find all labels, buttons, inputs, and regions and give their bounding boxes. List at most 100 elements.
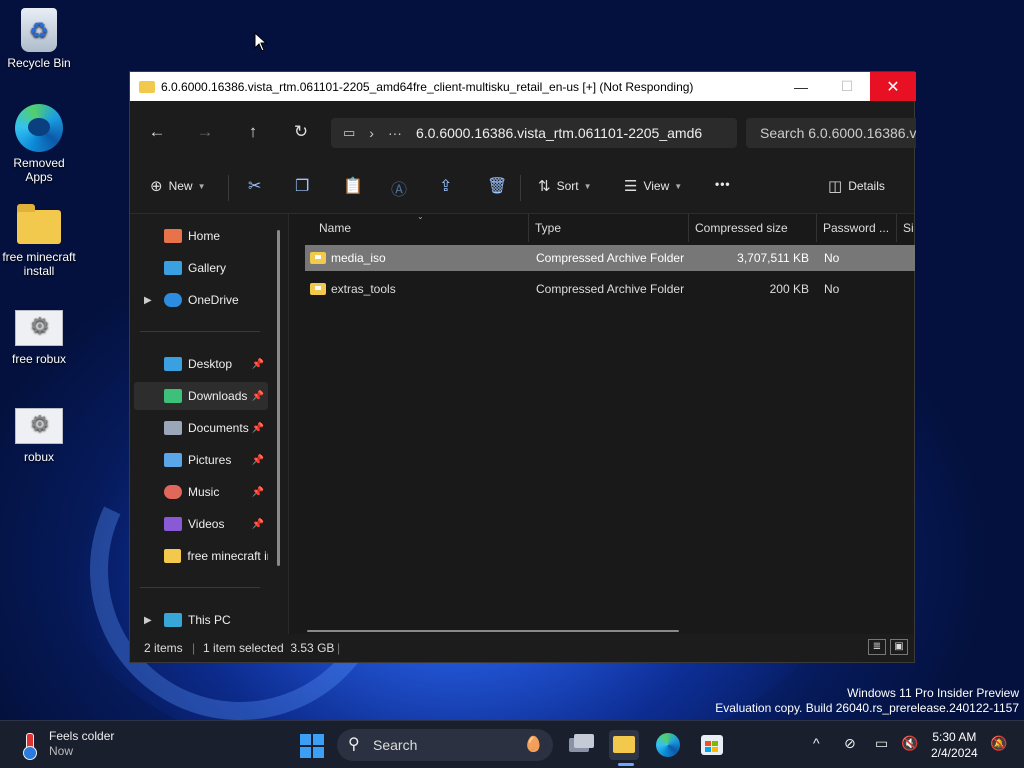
details-pane-button[interactable]: ◫ Details: [828, 177, 885, 195]
setup-file-icon: [15, 408, 63, 444]
column-header-compressed-size[interactable]: Compressed size: [689, 214, 817, 242]
file-size: 3,707,511 KB: [737, 251, 809, 265]
file-name: media_iso: [331, 251, 386, 265]
forward-button[interactable]: →: [193, 122, 217, 142]
view-button[interactable]: ☰ View ▼: [624, 177, 682, 195]
nav-item-free-minecraft[interactable]: free minecraft ir: [134, 542, 268, 570]
refresh-button[interactable]: ↻: [289, 122, 313, 142]
edge-icon: [15, 104, 63, 152]
details-view-button[interactable]: ≣: [868, 639, 886, 655]
address-box[interactable]: ▭ › ··· 6.0.6000.16386.vista_rtm.061101-…: [331, 118, 737, 148]
speaker-muted-icon[interactable]: 🔇: [901, 735, 918, 752]
system-clock[interactable]: 5:30 AM 2/4/2024: [931, 729, 978, 761]
more-options-button[interactable]: •••: [715, 177, 731, 191]
watermark-line-2: Evaluation copy. Build 26040.rs_prerelea…: [715, 701, 1019, 715]
plus-circle-icon: ⊕: [150, 178, 163, 195]
nav-scrollbar[interactable]: [277, 230, 280, 566]
search-icon: ⚲: [348, 736, 360, 753]
status-bar: 2 items | 1 item selected 3.53 GB | ≣ ▣: [130, 634, 914, 662]
title-bar[interactable]: 6.0.6000.16386.vista_rtm.061101-2205_amd…: [130, 72, 916, 101]
desktop-icon-removed-apps[interactable]: Removed Apps: [0, 104, 78, 184]
share-icon[interactable]: ⇪: [439, 176, 452, 196]
display-icon[interactable]: ▭: [875, 735, 888, 752]
computer-icon: [164, 613, 182, 627]
file-password: No: [824, 282, 840, 296]
desktop-icon-free-robux[interactable]: free robux: [0, 304, 78, 366]
delete-icon[interactable]: 🗑: [487, 176, 507, 196]
nav-item-downloads[interactable]: Downloads 📌: [134, 382, 268, 410]
thermometer-icon[interactable]: [22, 733, 37, 760]
edge-taskbar-button[interactable]: [653, 730, 683, 760]
start-button[interactable]: [300, 734, 324, 758]
pin-icon: 📌: [251, 422, 264, 434]
nav-item-documents[interactable]: Documents 📌: [134, 414, 268, 442]
tiles-view-button[interactable]: ▣: [890, 639, 908, 655]
pin-icon: 📌: [251, 390, 264, 402]
command-bar: ⊕ New ▼ ✂ ❐ 📋 Ⓐ ⇪ 🗑 ⇅ Sort ▼ ☰ View ▼ ••…: [130, 163, 914, 214]
store-taskbar-button[interactable]: [697, 730, 727, 760]
chevron-right-icon: ›: [369, 125, 374, 141]
desktop-icon-recycle-bin[interactable]: Recycle Bin: [0, 8, 78, 70]
nav-item-music[interactable]: Music 📌: [134, 478, 268, 506]
nav-item-pictures[interactable]: Pictures 📌: [134, 446, 268, 474]
nav-item-desktop[interactable]: Desktop 📌: [134, 350, 268, 378]
pin-icon: 📌: [251, 486, 264, 498]
file-type: Compressed Archive Folder: [536, 282, 685, 296]
copy-icon[interactable]: ❐: [295, 176, 309, 196]
desktop-icon-robux[interactable]: robux: [0, 402, 78, 464]
pictures-icon: [164, 453, 182, 467]
nav-item-home[interactable]: Home: [134, 222, 268, 250]
taskbar-search-label: Search: [373, 737, 418, 753]
breadcrumb-overflow[interactable]: ···: [388, 125, 402, 141]
table-row[interactable]: media_iso Compressed Archive Folder 3,70…: [305, 245, 915, 271]
desktop-icon-label: free robux: [11, 352, 67, 366]
nav-item-onedrive[interactable]: ▶ OneDrive: [134, 286, 268, 314]
search-highlight-icon: 🥚: [524, 736, 543, 753]
sort-chevron-icon: ⌄: [417, 212, 424, 221]
paste-icon[interactable]: 📋: [343, 176, 363, 196]
weather-widget[interactable]: Feels colder Now: [49, 729, 114, 759]
chevron-up-icon[interactable]: ^: [813, 735, 820, 751]
nav-item-this-pc[interactable]: ▶ This PC: [134, 606, 268, 634]
column-header-size[interactable]: Si: [897, 214, 915, 242]
details-label: Details: [848, 179, 885, 193]
breadcrumb-path[interactable]: 6.0.6000.16386.vista_rtm.061101-2205_amd…: [416, 125, 702, 141]
home-icon: [164, 229, 182, 243]
nav-item-label: Videos: [188, 517, 225, 531]
new-button[interactable]: ⊕ New ▼: [150, 177, 206, 195]
chevron-right-icon[interactable]: ▶: [144, 615, 152, 626]
search-input[interactable]: Search 6.0.6000.16386.vis: [746, 118, 916, 148]
task-view-button[interactable]: [566, 730, 596, 760]
cut-icon[interactable]: ✂: [248, 176, 261, 196]
watermark-line-1: Windows 11 Pro Insider Preview: [847, 686, 1019, 700]
column-header-password[interactable]: Password ...: [817, 214, 897, 242]
sort-button[interactable]: ⇅ Sort ▼: [538, 177, 592, 195]
nav-item-gallery[interactable]: Gallery: [134, 254, 268, 282]
taskbar: Feels colder Now ⚲ Search 🥚 ^ ⊘ ▭ 🔇 5:30…: [0, 720, 1024, 768]
close-button[interactable]: ✕: [870, 72, 916, 101]
nav-item-label: This PC: [188, 613, 231, 627]
nav-item-label: OneDrive: [188, 293, 239, 307]
column-header-type[interactable]: Type: [529, 214, 689, 242]
table-row[interactable]: extras_tools Compressed Archive Folder 2…: [305, 276, 915, 302]
horizontal-scrollbar[interactable]: [307, 630, 679, 632]
back-button[interactable]: ←: [145, 122, 169, 142]
setup-file-icon: [15, 310, 63, 346]
cloud-icon: [164, 293, 182, 307]
taskbar-search[interactable]: ⚲ Search 🥚: [337, 729, 553, 761]
up-button[interactable]: ↑: [241, 122, 265, 142]
minimize-button[interactable]: —: [778, 72, 824, 101]
file-explorer-taskbar-button[interactable]: [609, 730, 639, 766]
nav-item-label: free minecraft ir: [187, 549, 268, 563]
notification-bell-icon[interactable]: 🔕: [990, 735, 1007, 752]
network-disconnected-icon[interactable]: ⊘: [844, 735, 856, 752]
chevron-right-icon[interactable]: ▶: [144, 295, 152, 306]
desktop-icon-free-minecraft-install[interactable]: free minecraft install: [0, 202, 78, 278]
nav-item-label: Gallery: [188, 261, 227, 275]
rename-icon[interactable]: Ⓐ: [391, 176, 407, 200]
window-title: 6.0.6000.16386.vista_rtm.061101-2205_amd…: [161, 79, 694, 94]
maximize-button[interactable]: ☐: [824, 72, 870, 101]
desktop-icon-label: free minecraft install: [2, 250, 76, 278]
item-count: 2 items: [144, 641, 183, 655]
nav-item-videos[interactable]: Videos 📌: [134, 510, 268, 538]
